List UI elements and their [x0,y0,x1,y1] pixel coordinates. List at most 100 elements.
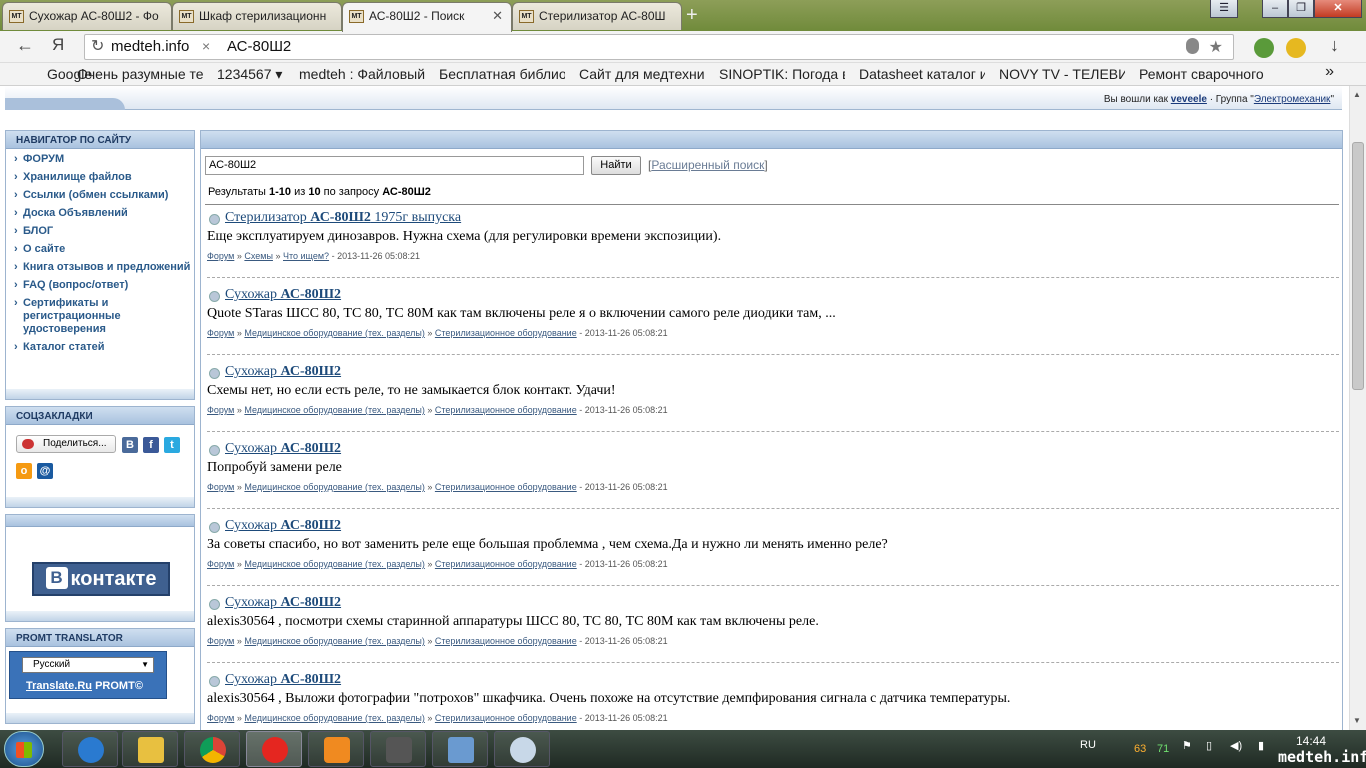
restore-button[interactable]: ❐ [1288,0,1314,18]
result-crumb-link[interactable]: Стерилизационное оборудование [435,713,577,723]
nav-item-guestbook[interactable]: Книга отзывов и предложений [14,261,194,274]
downloads-button[interactable]: ↓ [1330,35,1339,56]
taskbar-yandex[interactable] [246,731,302,767]
result-title-link[interactable]: Сухожар АС-80Ш2 [225,441,341,457]
language-indicator[interactable]: RU [1080,739,1096,751]
username-link[interactable]: veveele [1171,94,1207,105]
extension-adblock-icon[interactable] [1254,38,1274,58]
network-icon[interactable]: ▮ [1258,739,1264,752]
scroll-thumb[interactable] [1352,142,1364,390]
share-button[interactable]: Поделиться... [16,435,116,453]
device-icon[interactable]: ▯ [1206,739,1212,752]
tab-2[interactable]: MT Шкаф стерилизационн [172,2,342,30]
refresh-icon[interactable]: ↻ [91,36,104,56]
nav-item-certificates[interactable]: Сертификаты и регистрационные удостовере… [14,297,194,336]
language-select[interactable]: Русский ▼ [22,657,154,673]
bookmark-item[interactable]: Сайт для медтехник [579,66,705,82]
taskbar-wot[interactable] [370,731,426,767]
result-title-link[interactable]: Сухожар АС-80Ш2 [225,595,341,611]
bookmark-item[interactable]: Бесплатная библио [439,66,565,82]
clear-domain-icon[interactable]: × [202,38,210,54]
browser-menu-button[interactable]: ☰ [1210,0,1238,18]
bookmark-item[interactable]: medteh : Файловый [299,66,425,82]
bookmark-star-icon[interactable]: ★ [1209,37,1223,57]
nav-item-blog[interactable]: БЛОГ [14,225,194,238]
nav-item-faq[interactable]: FAQ (вопрос/ответ) [14,279,194,292]
scroll-up-icon[interactable]: ▲ [1353,90,1361,99]
new-tab-button[interactable]: + [686,4,698,27]
result-crumb-link[interactable]: Форум [207,482,234,492]
result-crumb-link[interactable]: Форум [207,713,234,723]
tab-active[interactable]: MT АС-80Ш2 - Поиск ✕ [342,2,512,32]
yandex-logo[interactable]: Я [52,35,64,55]
result-crumb-link[interactable]: Медицинское оборудование (тех. разделы) [244,713,424,723]
extension-yandex-icon[interactable] [1286,38,1306,58]
nav-item-forum[interactable]: ФОРУМ [14,153,194,166]
mailru-icon[interactable]: @ [37,463,53,479]
bookmark-folder[interactable]: 1234567 ▾ [217,66,289,83]
taskbar-ie[interactable] [62,731,118,767]
tab-close-icon[interactable]: ✕ [492,3,503,29]
nav-item-articles[interactable]: Каталог статей [14,341,194,354]
result-crumb-link[interactable]: Медицинское оборудование (тех. разделы) [244,328,424,338]
page-scrollbar[interactable]: ▲ ▼ [1349,86,1366,730]
volume-icon[interactable]: ◀) [1230,739,1242,752]
result-crumb-link[interactable]: Форум [207,405,234,415]
nav-item-links[interactable]: Ссылки (обмен ссылками) [14,189,194,202]
bookmark-item[interactable]: Ремонт сварочного [1139,66,1265,82]
twitter-icon[interactable]: t [164,437,180,453]
bookmark-item[interactable]: Datasheet каталог и [859,66,985,82]
result-title-link[interactable]: Сухожар АС-80Ш2 [225,518,341,534]
result-crumb-link[interactable]: Форум [207,559,234,569]
taskbar-paint[interactable] [494,731,550,767]
result-crumb-link[interactable]: Медицинское оборудование (тех. разделы) [244,405,424,415]
facebook-icon[interactable]: f [143,437,159,453]
bookmarks-more-button[interactable]: » [1325,63,1334,81]
result-crumb-link[interactable]: Стерилизационное оборудование [435,482,577,492]
result-crumb-link[interactable]: Что ищем? [283,251,329,261]
result-crumb-link[interactable]: Медицинское оборудование (тех. разделы) [244,636,424,646]
result-crumb-link[interactable]: Схемы [244,251,273,261]
close-window-button[interactable]: ✕ [1314,0,1362,18]
result-title-link[interactable]: Сухожар АС-80Ш2 [225,287,341,303]
result-crumb-link[interactable]: Форум [207,636,234,646]
scroll-down-icon[interactable]: ▼ [1353,716,1361,725]
start-button[interactable] [4,731,44,767]
result-crumb-link[interactable]: Форум [207,328,234,338]
address-query[interactable]: АС-80Ш2 [227,38,291,55]
nav-item-board[interactable]: Доска Объявлений [14,207,194,220]
back-button[interactable]: ← [16,35,34,56]
clock[interactable]: 14:44 [1296,734,1326,748]
minimize-button[interactable]: – [1262,0,1288,18]
taskbar-media[interactable] [308,731,364,767]
vk-icon[interactable]: В [122,437,138,453]
bookmark-item[interactable]: SINOPTIK: Погода в [719,66,845,82]
odnoklassniki-icon[interactable]: о [16,463,32,479]
translate-ru-link[interactable]: Translate.Ru [26,680,92,692]
result-title-link[interactable]: Стерилизатор АС-80Ш2 1975г выпуска [225,210,461,226]
result-crumb-link[interactable]: Стерилизационное оборудование [435,328,577,338]
result-crumb-link[interactable]: Стерилизационное оборудование [435,405,577,415]
advanced-search-link[interactable]: Расширенный поиск [651,158,764,172]
result-crumb-link[interactable]: Медицинское оборудование (тех. разделы) [244,482,424,492]
taskbar-chrome[interactable] [184,731,240,767]
tab-4[interactable]: MT Стерилизатор АС-80Ш [512,2,682,30]
bookmark-item[interactable]: Очень разумные те [77,66,203,82]
result-title-link[interactable]: Сухожар АС-80Ш2 [225,672,341,688]
nav-item-about[interactable]: О сайте [14,243,194,256]
bookmark-item[interactable]: NOVY TV - ТЕЛЕВИД [999,66,1125,82]
taskbar-explorer[interactable] [122,731,178,767]
result-crumb-link[interactable]: Стерилизационное оборудование [435,559,577,569]
result-crumb-link[interactable]: Медицинское оборудование (тех. разделы) [244,559,424,569]
result-title-link[interactable]: Сухожар АС-80Ш2 [225,364,341,380]
search-button[interactable]: Найти [591,156,641,175]
nav-item-files[interactable]: Хранилище файлов [14,171,194,184]
tab-1[interactable]: MT Сухожар АС-80Ш2 - Фо [2,2,172,30]
group-link[interactable]: Электромеханик [1254,94,1331,105]
result-crumb-link[interactable]: Стерилизационное оборудование [435,636,577,646]
vkontakte-banner[interactable]: Вконтакте [32,562,170,596]
result-crumb-link[interactable]: Форум [207,251,234,261]
search-input[interactable]: АС-80Ш2 [205,156,584,175]
taskbar-viewer[interactable] [432,731,488,767]
protect-icon[interactable] [1186,38,1199,54]
